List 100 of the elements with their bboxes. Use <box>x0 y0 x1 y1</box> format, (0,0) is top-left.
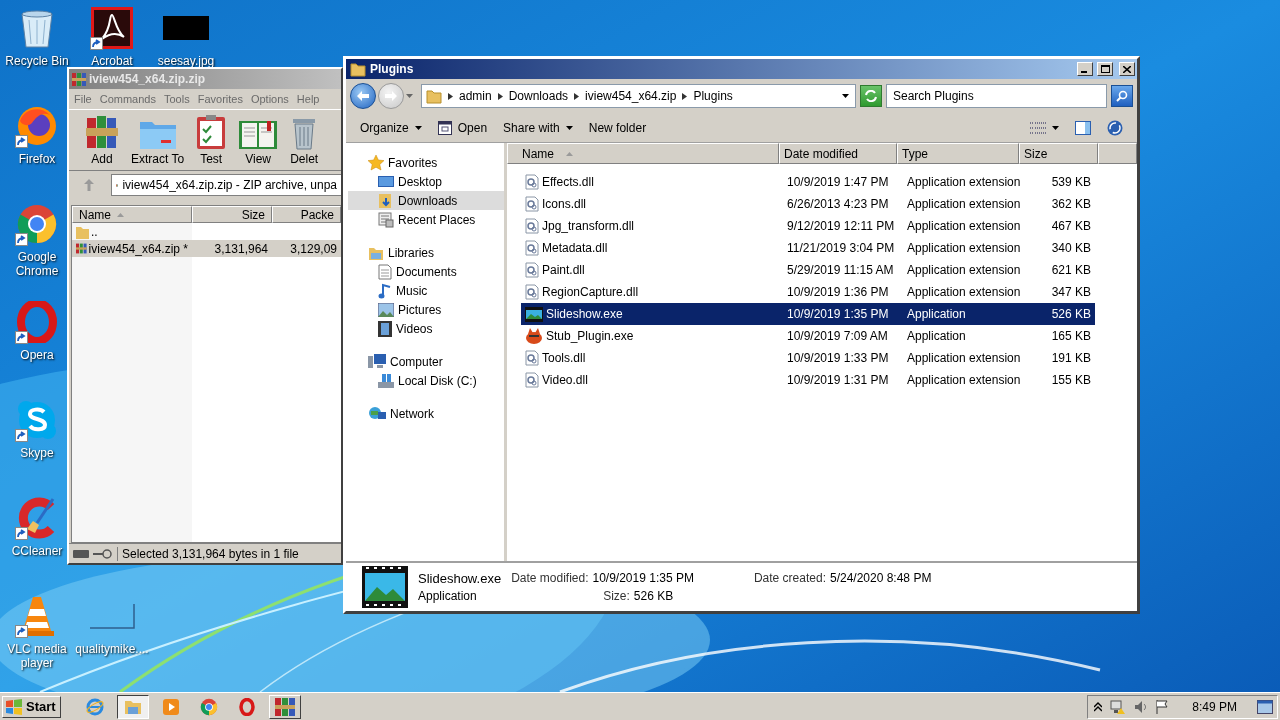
window-title: Plugins <box>370 62 415 76</box>
desktop-icon-label[interactable]: Recycle Bin <box>5 54 69 68</box>
film-strip-icon <box>378 320 392 337</box>
nav-item[interactable]: Videos <box>348 319 504 338</box>
breadcrumb-item[interactable]: iview454_x64.zip <box>585 89 677 103</box>
desktop-icon-label[interactable]: Acrobat <box>91 54 133 68</box>
file-row[interactable]: Stub_Plugin.exe 10/9/2019 7:09 AM Application 165 KB <box>521 325 1095 347</box>
file-row[interactable]: Jpg_transform.dll 9/12/2019 12:11 PM Application extension 467 KB <box>521 215 1095 237</box>
breadcrumb-item[interactable]: Plugins <box>693 89 733 103</box>
table-cell: Stub_Plugin.exe <box>521 328 783 344</box>
nav-item[interactable]: Computer <box>348 352 504 371</box>
file-row[interactable]: Paint.dll 5/29/2019 11:15 AM Application extension 621 KB <box>521 259 1095 281</box>
nav-item[interactable]: Music <box>348 281 504 300</box>
nav-item[interactable]: Documents <box>348 262 504 281</box>
table-cell: Video.dll <box>521 372 783 388</box>
maximize-button[interactable] <box>1097 62 1113 76</box>
recycle-bin-icon <box>20 8 54 48</box>
breadcrumb-item[interactable]: Downloads <box>508 89 569 103</box>
search-field[interactable]: Search Plugins <box>886 84 1107 108</box>
desktop-icon-label[interactable]: seesay.jpg <box>157 54 215 68</box>
column-header[interactable]: Size <box>192 206 272 223</box>
file-row[interactable]: Effects.dll 10/9/2019 1:47 PM Application extension 539 KB <box>521 171 1095 193</box>
path-field[interactable]: iview454_x64.zip.zip - ZIP archive, unpa <box>111 174 341 196</box>
show-desktop-icon[interactable] <box>1257 699 1273 714</box>
folder-icon <box>350 61 366 77</box>
browser-icon <box>238 697 255 716</box>
file-row[interactable]: Tools.dll 10/9/2019 1:33 PM Application extension 191 KB <box>521 347 1095 369</box>
file-row[interactable]: Video.dll 10/9/2019 1:31 PM Application extension 155 KB <box>521 369 1095 391</box>
refresh-button[interactable] <box>860 85 882 107</box>
nav-item[interactable]: Downloads <box>348 191 504 210</box>
search-button[interactable] <box>1111 85 1133 107</box>
maximize-icon <box>1100 65 1110 73</box>
column-header[interactable]: Name <box>72 206 192 223</box>
chevron-icon <box>574 92 580 100</box>
nav-item[interactable]: Favorites <box>348 153 504 172</box>
folder-icon <box>76 224 89 239</box>
toolbar-button[interactable]: View <box>234 118 283 166</box>
caret-icon <box>406 94 413 98</box>
column-header[interactable]: Name <box>507 143 779 164</box>
right-arrow-icon <box>385 91 397 101</box>
menu-item[interactable]: Options <box>250 93 289 105</box>
table-cell-text: 10/9/2019 1:31 PM <box>786 373 890 387</box>
toolbar-button[interactable]: Share with <box>497 117 579 138</box>
file-row[interactable]: RegionCapture.dll 10/9/2019 1:36 PM Application extension 347 KB <box>521 281 1095 303</box>
start-button[interactable]: Start <box>2 695 61 718</box>
window-icon <box>437 120 452 135</box>
nav-item[interactable]: Local Disk (C:) <box>348 371 504 390</box>
column-header[interactable]: Packe <box>272 206 341 223</box>
table-cell-text: 191 KB <box>1050 351 1092 365</box>
toolbar-button[interactable]: Delet <box>286 116 323 166</box>
toolbar-button[interactable]: Organize <box>354 117 428 138</box>
address-bar[interactable]: admin Downloads iview454_x64.zip Plugins <box>421 84 856 108</box>
archive-icon <box>274 697 295 716</box>
nav-item[interactable]: Network <box>348 404 504 423</box>
file-row[interactable]: Metadata.dll 11/21/2019 3:04 PM Application extension 340 KB <box>521 237 1095 259</box>
desktop-icon-label[interactable]: Opera <box>20 348 54 362</box>
table-cell-text: 5/29/2019 11:15 AM <box>786 263 895 277</box>
table-cell-text: 10/9/2019 1:36 PM <box>786 285 890 299</box>
file-row[interactable]: .. <box>72 223 341 240</box>
table-cell-text: Application extension <box>906 351 1022 365</box>
toolbar-button[interactable]: Add <box>81 114 123 166</box>
taskbar-button[interactable] <box>116 694 149 719</box>
menu-item[interactable]: Commands <box>99 93 156 105</box>
nav-item[interactable]: Pictures <box>348 300 504 319</box>
table-cell: Tools.dll <box>521 350 783 366</box>
menu-item[interactable]: Help <box>296 93 320 105</box>
minimize-button[interactable] <box>1077 62 1093 76</box>
open-book-icon <box>238 118 279 150</box>
menu-item[interactable]: File <box>74 93 92 105</box>
column-header[interactable]: Size <box>1019 143 1098 164</box>
nav-item[interactable]: Desktop <box>348 172 504 191</box>
browser-icon <box>199 697 218 716</box>
network-icon <box>368 405 386 422</box>
column-header[interactable]: Date modified <box>779 143 897 164</box>
close-icon <box>1123 65 1131 73</box>
status-text: Selected 3,131,964 bytes in 1 file <box>117 546 299 561</box>
drive-icon <box>378 372 394 389</box>
nav-item[interactable]: Recent Places <box>348 210 504 229</box>
toolbar-button[interactable]: New folder <box>582 117 653 138</box>
table-cell-text: 6/26/2013 4:23 PM <box>786 197 890 211</box>
file-row[interactable]: Icons.dll 6/26/2013 4:23 PM Application extension 362 KB <box>521 193 1095 215</box>
table-cell-text: Application extension <box>906 219 1022 233</box>
menu-item[interactable]: Favorites <box>197 93 243 105</box>
nav-item[interactable]: Libraries <box>348 243 504 262</box>
toolbar-button[interactable]: Extract To <box>127 118 189 166</box>
breadcrumb-item[interactable]: admin <box>459 89 492 103</box>
speaker-icon <box>1134 699 1149 714</box>
play-icon <box>161 697 180 716</box>
file-row[interactable]: iview454_x64.zip * 3,131,964 3,129,09 <box>72 240 341 257</box>
file-row[interactable]: Slideshow.exe 10/9/2019 1:35 PM Application 526 KB <box>521 303 1095 325</box>
desktop-icon-label[interactable]: Firefox <box>18 152 56 166</box>
column-header[interactable]: Type <box>897 143 1019 164</box>
close-button[interactable] <box>1119 62 1135 76</box>
back-button[interactable] <box>350 83 376 109</box>
desktop-icon-label[interactable]: Google Chrome <box>4 250 70 278</box>
table-cell: RegionCapture.dll <box>521 284 783 300</box>
toolbar-button[interactable]: Open <box>431 117 494 138</box>
chevron-icon <box>497 92 503 100</box>
toolbar-button[interactable]: Test <box>192 114 231 166</box>
menu-item[interactable]: Tools <box>164 93 190 105</box>
